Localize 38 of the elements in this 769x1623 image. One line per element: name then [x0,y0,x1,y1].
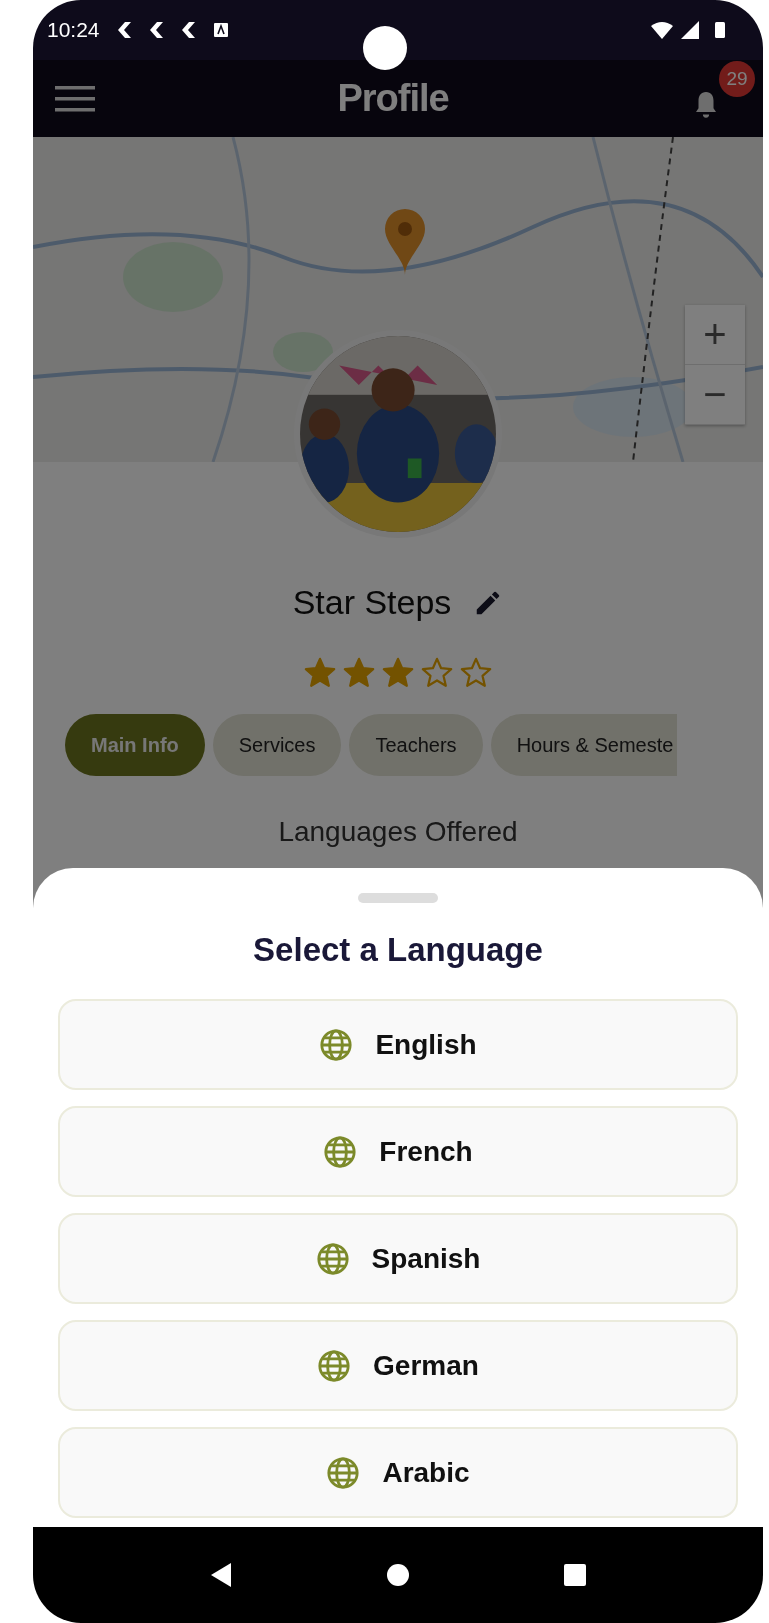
language-option[interactable]: Arabic [58,1427,738,1518]
tab[interactable]: Teachers [349,714,483,776]
tab[interactable]: Main Info [65,714,205,776]
home-icon[interactable] [386,1563,410,1587]
app-notification-icon [117,21,134,39]
tab[interactable]: Hours & Semeste [490,714,678,776]
tab[interactable]: Services [212,714,342,776]
language-option[interactable]: German [58,1320,738,1411]
sheet-title: Select a Language [253,931,543,969]
app-notification-icon [181,21,198,39]
notification-icon [213,23,228,37]
star-icon [420,656,454,690]
globe-icon [315,1241,350,1276]
camera-cutout [363,26,407,70]
notification-badge: 29 [719,60,755,97]
star-icon [459,656,493,690]
signal-icon [681,21,699,39]
star-icon [303,656,337,690]
language-option[interactable]: English [58,999,738,1090]
star-icon [342,656,376,690]
language-option[interactable]: Spanish [58,1213,738,1304]
wifi-icon [651,21,673,39]
star-icon [381,656,415,690]
screen-title: Profile [337,77,449,120]
back-icon[interactable] [209,1562,234,1588]
app-notification-icon [149,21,166,39]
recents-icon[interactable] [562,1563,587,1587]
language-option[interactable]: French [58,1106,738,1197]
drag-handle[interactable] [358,893,438,903]
status-time: 10:24 [47,18,100,42]
battery-icon [715,22,725,38]
school-name: Star Steps [292,583,452,622]
globe-icon [319,1027,354,1062]
globe-icon [323,1134,358,1169]
menu-icon[interactable] [55,84,95,113]
section-heading: Languages Offered [278,816,518,848]
globe-icon [317,1348,352,1383]
globe-icon [326,1455,361,1490]
